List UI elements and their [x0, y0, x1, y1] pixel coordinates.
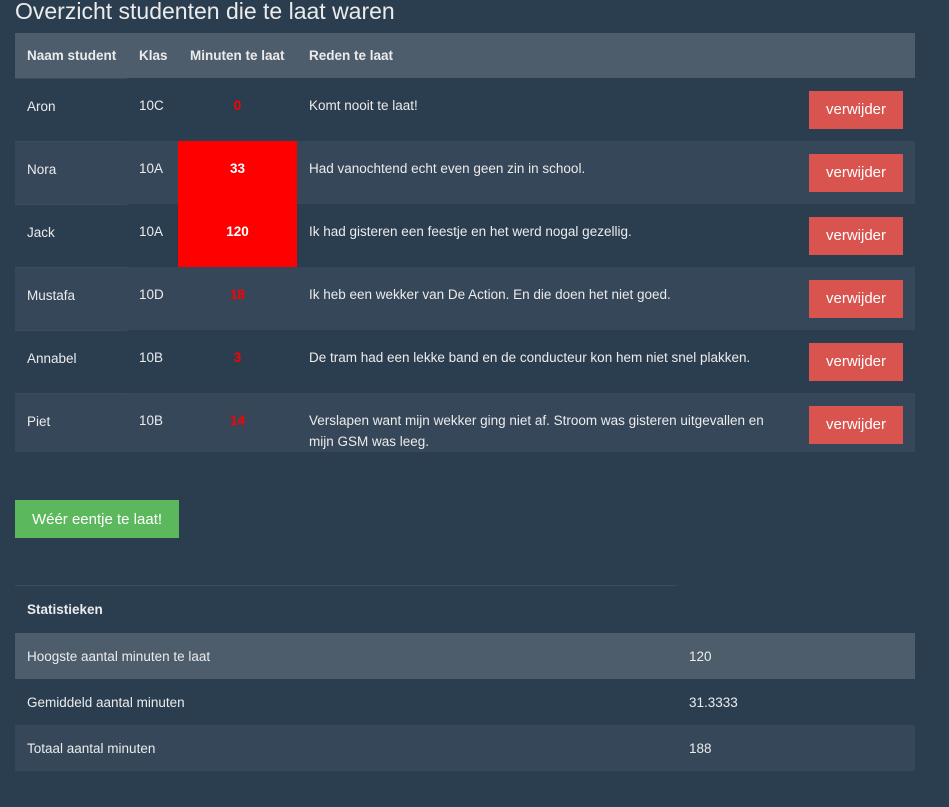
header-minutes: Minuten te laat: [190, 48, 285, 63]
stats-header: Statistieken: [15, 585, 677, 633]
stats-row: Totaal aantal minuten 188: [15, 725, 915, 771]
action-cell: verwijder: [795, 267, 915, 330]
student-reason: Had vanochtend echt even geen zin in sch…: [309, 161, 586, 176]
table-header-row: Naam student Klas Minuten te laat Reden …: [15, 33, 915, 78]
delete-button[interactable]: verwijder: [809, 154, 903, 192]
student-reason: Ik heb een wekker van De Action. En die …: [309, 287, 671, 302]
add-late-student-button[interactable]: Wéér eentje te laat!: [15, 500, 179, 538]
student-reason: Ik had gisteren een feestje en het werd …: [309, 224, 632, 239]
delete-button[interactable]: verwijder: [809, 280, 903, 318]
delete-button[interactable]: verwijder: [809, 406, 903, 444]
student-minutes: 0: [233, 98, 242, 113]
student-reason: Komt nooit te laat!: [309, 98, 418, 113]
stats-label: Totaal aantal minuten: [27, 740, 156, 756]
action-cell: verwijder: [795, 141, 915, 204]
delete-button[interactable]: verwijder: [809, 217, 903, 255]
student-minutes: 14: [229, 413, 246, 428]
stats-header-empty: [677, 586, 915, 634]
stats-row: Hoogste aantal minuten te laat 120: [15, 633, 915, 679]
student-reason: Verslapen want mijn wekker ging niet af.…: [309, 413, 764, 449]
stats-value: 188: [689, 740, 712, 756]
action-cell: verwijder: [795, 393, 915, 452]
student-name: Piet: [15, 392, 127, 452]
stats-value: 31.3333: [689, 694, 738, 710]
header-klas: Klas: [139, 48, 168, 63]
action-cell: verwijder: [795, 330, 915, 393]
student-minutes: 33: [178, 141, 297, 204]
table-row: Annabel 10B 3 De tram had een lekke band…: [15, 329, 915, 393]
student-name: Mustafa: [15, 266, 127, 330]
table-row: Mustafa 10D 18 Ik heb een wekker van De …: [15, 266, 915, 330]
statistics-table: Statistieken Hoogste aantal minuten te l…: [15, 585, 915, 771]
action-cell: verwijder: [795, 78, 915, 141]
student-klas: 10A: [139, 224, 164, 239]
stats-value: 120: [689, 648, 712, 664]
stats-label: Hoogste aantal minuten te laat: [27, 648, 211, 664]
student-klas: 10B: [139, 350, 164, 365]
delete-button[interactable]: verwijder: [809, 343, 903, 381]
header-actions: [795, 33, 915, 78]
stats-header-row: Statistieken: [15, 585, 915, 634]
table-row: Jack 10A 120 Ik had gisteren een feestje…: [15, 203, 915, 267]
student-klas: 10D: [139, 287, 164, 302]
student-minutes: 3: [233, 350, 242, 365]
student-reason: De tram had een lekke band en de conduct…: [309, 350, 751, 365]
table-row: Nora 10A 33 Had vanochtend echt even gee…: [15, 140, 915, 204]
stats-label: Gemiddeld aantal minuten: [27, 694, 185, 710]
table-row: Aron 10C 0 Komt nooit te laat! verwijder: [15, 77, 915, 141]
student-klas: 10A: [139, 161, 164, 176]
student-name: Nora: [15, 140, 127, 204]
stats-row: Gemiddeld aantal minuten 31.3333: [15, 679, 915, 725]
student-klas: 10B: [139, 413, 164, 428]
action-cell: verwijder: [795, 204, 915, 267]
student-name: Annabel: [15, 329, 127, 393]
student-minutes: 120: [178, 204, 297, 267]
late-students-table: Naam student Klas Minuten te laat Reden …: [15, 33, 915, 452]
student-minutes: 18: [229, 287, 246, 302]
header-reason: Reden te laat: [309, 48, 394, 63]
delete-button[interactable]: verwijder: [809, 91, 903, 129]
page-title: Overzicht studenten die te laat waren: [15, 0, 395, 24]
table-row: Piet 10B 14 Verslapen want mijn wekker g…: [15, 392, 915, 452]
student-klas: 10C: [139, 98, 164, 113]
header-name: Naam student: [27, 47, 117, 63]
student-name: Jack: [15, 203, 127, 267]
student-name: Aron: [15, 77, 127, 141]
